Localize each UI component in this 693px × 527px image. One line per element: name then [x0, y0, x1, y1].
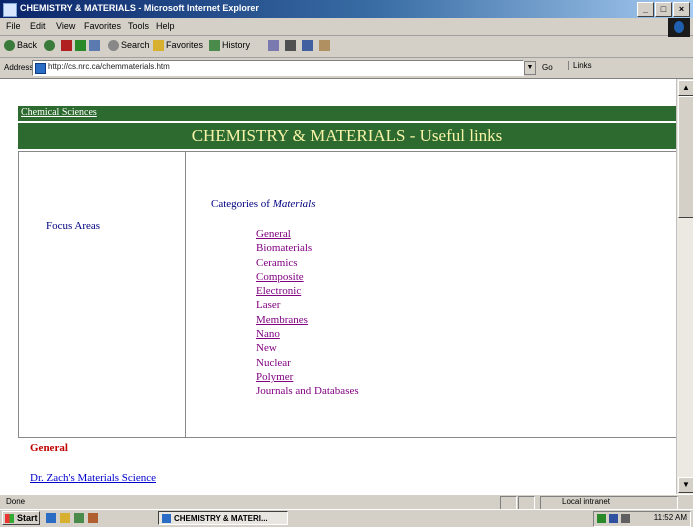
- category-link[interactable]: Composite: [256, 270, 359, 284]
- app-quicklaunch-icon[interactable]: [88, 513, 98, 523]
- table-divider: [185, 152, 186, 437]
- ie-icon: [162, 514, 171, 523]
- category-link[interactable]: General: [256, 227, 359, 241]
- volume-tray-icon[interactable]: [621, 514, 630, 523]
- section-bar: Chemical Sciences: [18, 106, 676, 121]
- section-bar-link[interactable]: Chemical Sciences: [21, 107, 97, 118]
- page-viewport: Chemical Sciences CHEMISTRY & MATERIALS …: [0, 79, 676, 494]
- category-link[interactable]: Journals and Databases: [256, 384, 359, 398]
- favorites-button[interactable]: Favorites: [166, 40, 203, 50]
- menu-file[interactable]: File: [6, 21, 21, 31]
- status-pane: [500, 496, 517, 510]
- maximize-button[interactable]: □: [655, 2, 672, 17]
- network-tray-icon[interactable]: [597, 514, 606, 523]
- category-link[interactable]: Polymer: [256, 370, 359, 384]
- history-button[interactable]: History: [222, 40, 250, 50]
- security-zone: Local intranet: [562, 497, 611, 506]
- stop-icon[interactable]: [61, 40, 72, 51]
- scroll-up-arrow-icon[interactable]: ▲: [678, 80, 693, 96]
- menu-favorites[interactable]: Favorites: [84, 21, 121, 31]
- category-link[interactable]: Nuclear: [256, 356, 359, 370]
- category-link[interactable]: New: [256, 341, 359, 355]
- menu-help[interactable]: Help: [156, 21, 175, 31]
- scroll-down-arrow-icon[interactable]: ▼: [678, 477, 693, 493]
- category-link[interactable]: Laser: [256, 298, 359, 312]
- category-link[interactable]: Ceramics: [256, 256, 359, 270]
- favorites-icon[interactable]: [153, 40, 164, 51]
- outlook-quicklaunch-icon[interactable]: [60, 513, 70, 523]
- history-icon[interactable]: [209, 40, 220, 51]
- start-button[interactable]: Start: [2, 511, 40, 525]
- windows-logo-icon: [674, 21, 684, 33]
- page-heading: CHEMISTRY & MATERIALS - Useful links: [18, 123, 676, 149]
- general-link[interactable]: Dr. Zach's Materials Science: [30, 472, 156, 484]
- category-link[interactable]: Biomaterials: [256, 241, 359, 255]
- menu-bar: File Edit View Favorites Tools Help: [0, 18, 693, 36]
- category-link[interactable]: Membranes: [256, 313, 359, 327]
- address-bar: Address http://cs.nrc.ca/chemmaterials.h…: [0, 58, 693, 79]
- discuss-icon[interactable]: [319, 40, 330, 51]
- monitor-tray-icon[interactable]: [609, 514, 618, 523]
- general-heading: General: [30, 442, 68, 454]
- ie-quicklaunch-icon[interactable]: [46, 513, 56, 523]
- status-text: Done: [6, 497, 26, 506]
- taskbar: Start CHEMISTRY & MATERI... 11:52 AM: [0, 509, 693, 527]
- window-title: CHEMISTRY & MATERIALS - Microsoft Intern…: [20, 3, 259, 13]
- task-button-browser[interactable]: CHEMISTRY & MATERI...: [158, 511, 288, 525]
- categories-title-emphasis: Materials: [272, 198, 316, 210]
- category-list: General Biomaterials Ceramics Composite Elec…: [256, 227, 359, 399]
- category-link[interactable]: Nano: [256, 327, 359, 341]
- search-button[interactable]: Search: [121, 40, 150, 50]
- back-button[interactable]: Back: [17, 40, 37, 50]
- desktop-quicklaunch-icon[interactable]: [74, 513, 84, 523]
- categories-title: Categories of Materials: [211, 198, 315, 210]
- back-arrow-icon[interactable]: [4, 40, 15, 51]
- address-url[interactable]: http://cs.nrc.ca/chemmaterials.htm: [48, 62, 170, 71]
- windows-flag-icon: [5, 514, 14, 523]
- address-input[interactable]: http://cs.nrc.ca/chemmaterials.htm: [32, 60, 524, 76]
- status-bar: Done Local intranet: [0, 494, 693, 510]
- system-tray: 11:52 AM: [593, 511, 691, 527]
- menu-edit[interactable]: Edit: [30, 21, 46, 31]
- menu-tools[interactable]: Tools: [128, 21, 149, 31]
- category-link[interactable]: Electronic: [256, 284, 359, 298]
- close-button[interactable]: ×: [673, 2, 690, 17]
- ie-icon: [3, 3, 17, 17]
- categories-title-prefix: Categories of: [211, 198, 273, 210]
- status-pane: [518, 496, 535, 510]
- print-icon[interactable]: [285, 40, 296, 51]
- menu-view[interactable]: View: [56, 21, 75, 31]
- page-icon: [35, 63, 46, 74]
- address-label: Address: [4, 63, 34, 72]
- forward-arrow-icon[interactable]: [44, 40, 55, 51]
- home-icon[interactable]: [89, 40, 100, 51]
- search-icon[interactable]: [108, 40, 119, 51]
- edit-icon[interactable]: [302, 40, 313, 51]
- address-dropdown-arrow-icon[interactable]: ▼: [524, 61, 536, 75]
- refresh-icon[interactable]: [75, 40, 86, 51]
- standard-toolbar: Back Search Favorites History: [0, 36, 693, 58]
- clock[interactable]: 11:52 AM: [654, 513, 687, 522]
- go-button[interactable]: Go: [542, 63, 553, 72]
- window-title-bar[interactable]: CHEMISTRY & MATERIALS - Microsoft Intern…: [0, 0, 693, 18]
- links-button[interactable]: Links: [568, 61, 592, 70]
- task-button-label: CHEMISTRY & MATERI...: [174, 514, 268, 523]
- start-label: Start: [17, 513, 38, 523]
- ie-throbber: [668, 18, 690, 37]
- minimize-button[interactable]: _: [637, 2, 654, 17]
- scroll-thumb[interactable]: [678, 96, 693, 218]
- vertical-scrollbar[interactable]: ▲ ▼: [676, 79, 693, 494]
- mail-icon[interactable]: [268, 40, 279, 51]
- focus-areas-label: Focus Areas: [46, 220, 101, 232]
